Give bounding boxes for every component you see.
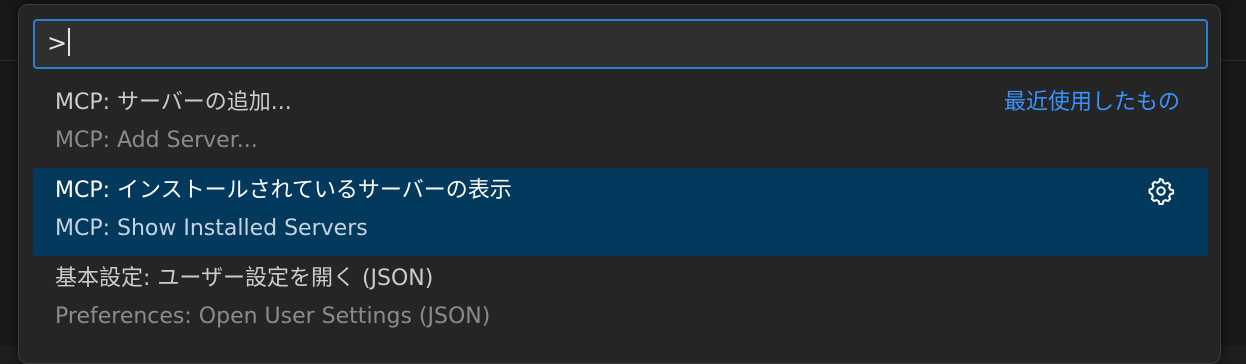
command-description: MCP: Add Server...	[55, 128, 258, 153]
command-palette: > MCP: サーバーの追加... MCP: Add Server... 最近使…	[18, 4, 1221, 364]
command-label: MCP: サーバーの追加...	[55, 90, 292, 115]
gear-icon[interactable]	[1146, 176, 1176, 206]
command-description: Preferences: Open User Settings (JSON)	[55, 304, 491, 329]
list-item-mcp-add-server[interactable]: MCP: サーバーの追加... MCP: Add Server... 最近使用し…	[33, 80, 1208, 168]
command-label: 基本設定: ユーザー設定を開く (JSON)	[55, 266, 434, 291]
command-label: MCP: インストールされているサーバーの表示	[55, 178, 512, 203]
text-caret	[68, 28, 71, 56]
list-item-open-user-settings-json[interactable]: 基本設定: ユーザー設定を開く (JSON) Preferences: Open…	[33, 256, 1208, 344]
list-item-mcp-show-installed-servers[interactable]: MCP: インストールされているサーバーの表示 MCP: Show Instal…	[33, 168, 1208, 256]
command-palette-input[interactable]: >	[33, 19, 1208, 69]
command-palette-input-value[interactable]: >	[47, 29, 67, 57]
command-description: MCP: Show Installed Servers	[55, 216, 368, 241]
recently-used-label: 最近使用したもの	[1003, 90, 1180, 115]
command-list: MCP: サーバーの追加... MCP: Add Server... 最近使用し…	[33, 80, 1208, 344]
